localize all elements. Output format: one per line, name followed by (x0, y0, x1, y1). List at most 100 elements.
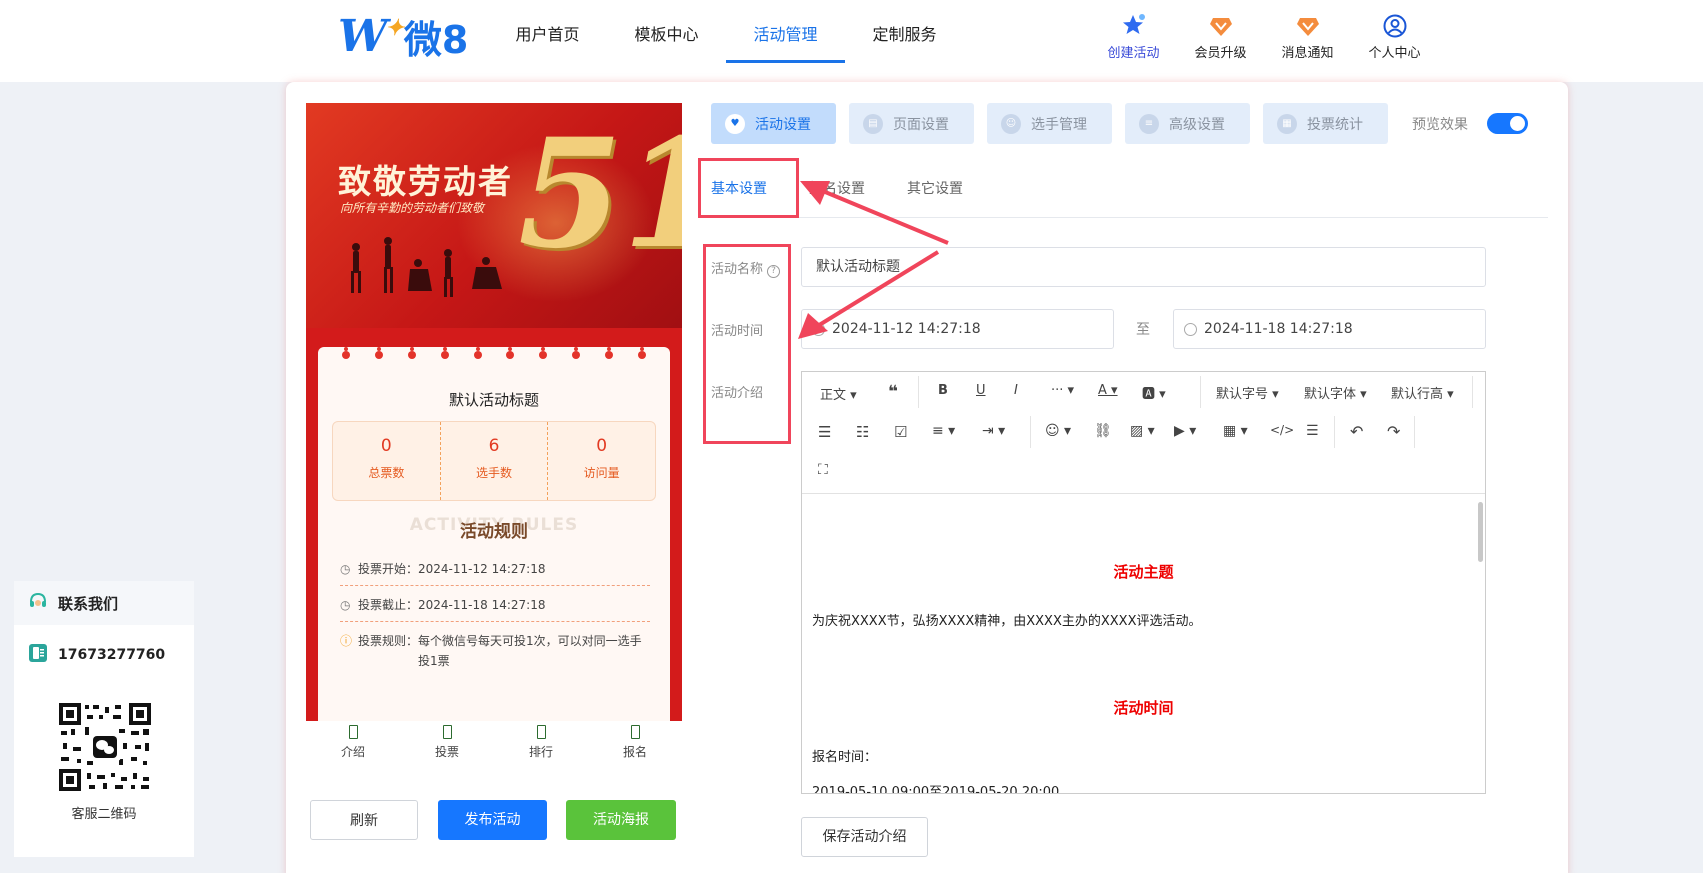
font-color-icon[interactable]: A ▾ (1098, 383, 1118, 398)
content-heading: 活动时间 (1113, 699, 1174, 717)
fullscreen-icon[interactable]: ⛶ (818, 462, 828, 478)
logo[interactable]: W✦ 微8 (338, 11, 468, 62)
clock-icon: ◷ (340, 562, 351, 576)
tab-icon (442, 725, 452, 739)
more-icon[interactable]: ··· ▾ (1051, 383, 1074, 398)
page-icon: ▤ (863, 113, 883, 134)
video-icon[interactable]: ▶ ▾ (1174, 423, 1196, 439)
stat-label: 总票数 (368, 466, 405, 480)
toggle-knob (1510, 116, 1525, 131)
qr-code-icon (59, 703, 151, 791)
tab-vote-statistics[interactable]: ▦ 投票统计 (1263, 103, 1388, 144)
bell-icon (1264, 12, 1351, 38)
table-icon[interactable]: ▦ ▾ (1223, 423, 1248, 439)
line-height-select[interactable]: 默认行高 ▾ (1391, 383, 1454, 402)
redo-icon[interactable]: ↷ (1387, 422, 1400, 441)
poster-button[interactable]: 活动海报 (566, 800, 676, 840)
todo-icon[interactable]: ☑ (894, 423, 907, 441)
tab-rank[interactable]: 排行 (494, 721, 588, 771)
highlight-box-labels (703, 244, 791, 444)
rules-heading: ACTIVITY RULES 活动规则 (318, 515, 670, 542)
create-activity-label: 创建活动 (1107, 46, 1160, 61)
diamond-icon (1177, 12, 1264, 38)
phone-number: 17673277760 (58, 647, 166, 663)
tab-page-settings[interactable]: ▤ 页面设置 (849, 103, 974, 144)
notifications-button[interactable]: 消息通知 (1264, 12, 1351, 61)
font-size-label: 默认字号 (1216, 387, 1269, 402)
tab-activity-settings[interactable]: ♥ 活动设置 (711, 103, 836, 144)
nav-item-custom[interactable]: 定制服务 (845, 0, 964, 62)
font-size-select[interactable]: 默认字号 ▾ (1216, 383, 1279, 402)
clock-icon (1184, 323, 1197, 336)
stat-value: 0 (380, 436, 392, 456)
rule-start: ◷ 投票开始： 2024-11-12 14:27:18 (340, 559, 650, 586)
bullet-list-icon[interactable]: ☰ (818, 423, 831, 441)
end-time-input[interactable]: 2024-11-18 14:27:18 (1173, 309, 1486, 349)
content-heading: 活动主题 (1113, 563, 1174, 581)
publish-button[interactable]: 发布活动 (438, 800, 547, 840)
binder-rings (342, 351, 646, 359)
annotation-arrows (798, 181, 949, 339)
rule-value: 2024-11-18 14:27:18 (418, 598, 546, 612)
stat-contestants: 6 选手数 (441, 422, 549, 500)
tab-advanced-settings[interactable]: ≡ 高级设置 (1125, 103, 1250, 144)
nav-item-activity[interactable]: 活动管理 (726, 0, 845, 63)
editor-content[interactable]: 活动主题 为庆祝XXXX节，弘扬XXXX精神，由XXXX主办的XXXX评选活动。… (802, 495, 1485, 793)
tab-signup[interactable]: 报名 (588, 721, 682, 771)
highlight-box-basic-settings (698, 158, 799, 218)
background-color-icon[interactable]: 🅰 ▾ (1142, 383, 1166, 402)
tab-label: 介绍 (340, 745, 365, 759)
tab-intro[interactable]: 介绍 (306, 721, 400, 771)
nav-item-home[interactable]: 用户首页 (488, 0, 607, 62)
contact-phone: 17673277760 (14, 643, 194, 667)
rule-key: 投票截止： (358, 598, 419, 612)
contact-header: 联系我们 (14, 581, 194, 625)
paragraph-select[interactable]: 正文 ▾ (820, 384, 857, 403)
clock-icon: ◷ (340, 598, 351, 612)
member-upgrade-button[interactable]: 会员升级 (1177, 12, 1264, 61)
italic-icon[interactable]: I (1014, 383, 1018, 398)
bold-icon[interactable]: B (938, 383, 948, 398)
preview-toggle[interactable] (1487, 113, 1528, 134)
save-intro-button[interactable]: 保存活动介绍 (801, 817, 928, 857)
banner-image: 51 致敬劳动者 向所有辛勤的劳动者们致敬 (306, 103, 682, 328)
editor-scrollbar[interactable] (1478, 502, 1483, 562)
user-center-button[interactable]: 个人中心 (1351, 12, 1438, 61)
font-family-select[interactable]: 默认字体 ▾ (1304, 383, 1367, 402)
line-height-label: 默认行高 (1391, 387, 1444, 402)
content-paragraph: 为庆祝XXXX节，弘扬XXXX精神，由XXXX主办的XXXX评选活动。 (812, 614, 1202, 629)
rule-end: ◷ 投票截止： 2024-11-18 14:27:18 (340, 595, 650, 622)
end-time-value: 2024-11-18 14:27:18 (1204, 321, 1353, 337)
align-icon[interactable]: ≡ ▾ (932, 423, 955, 439)
link-icon[interactable]: ⛓ (1094, 423, 1112, 439)
quote-icon[interactable]: ❝ (888, 382, 898, 402)
tab-contestant-management[interactable]: ☺ 选手管理 (987, 103, 1112, 144)
info-icon: ⓘ (340, 634, 353, 648)
tab-label: 排行 (528, 745, 553, 759)
underline-icon[interactable]: U (976, 383, 986, 398)
code-icon[interactable]: </> (1270, 423, 1294, 437)
preview-toggle-label: 预览效果 (1412, 117, 1468, 133)
phone-preview: 51 致敬劳动者 向所有辛勤的劳动者们致敬 默认活动标题 0 总票数 6 选手数… (306, 103, 682, 721)
editor-toolbar: 正文 ▾ ❝ B U I ··· ▾ A ▾ 🅰 ▾ 默认字号 ▾ 默认字体 ▾… (802, 372, 1485, 494)
tab-label: 高级设置 (1169, 116, 1225, 133)
undo-icon[interactable]: ↶ (1350, 422, 1363, 441)
refresh-button[interactable]: 刷新 (310, 800, 418, 840)
divider-line-icon[interactable]: ☰ (1306, 423, 1319, 439)
headset-icon (28, 591, 48, 615)
tab-label: 投票统计 (1307, 116, 1363, 133)
image-icon[interactable]: ▨ ▾ (1130, 423, 1155, 439)
indent-icon[interactable]: ⇥ ▾ (982, 423, 1005, 439)
person-icon: ☺ (1001, 113, 1021, 134)
stats-panel: 0 总票数 6 选手数 0 访问量 (332, 421, 656, 501)
create-activity-button[interactable]: 创建活动 (1090, 12, 1177, 61)
tab-vote[interactable]: 投票 (400, 721, 494, 771)
content-paragraph: 2019-05-10 09:00至2019-05-20 20:00 (812, 785, 1060, 793)
banner-subtitle: 向所有辛勤的劳动者们致敬 (340, 201, 485, 215)
user-icon (1351, 12, 1438, 38)
nav-item-templates[interactable]: 模板中心 (607, 0, 726, 62)
user-center-label: 个人中心 (1368, 46, 1421, 61)
emoji-icon[interactable]: ☺ ▾ (1045, 423, 1071, 439)
tab-label: 活动设置 (755, 116, 811, 133)
numbered-list-icon[interactable]: ☷ (856, 423, 869, 441)
